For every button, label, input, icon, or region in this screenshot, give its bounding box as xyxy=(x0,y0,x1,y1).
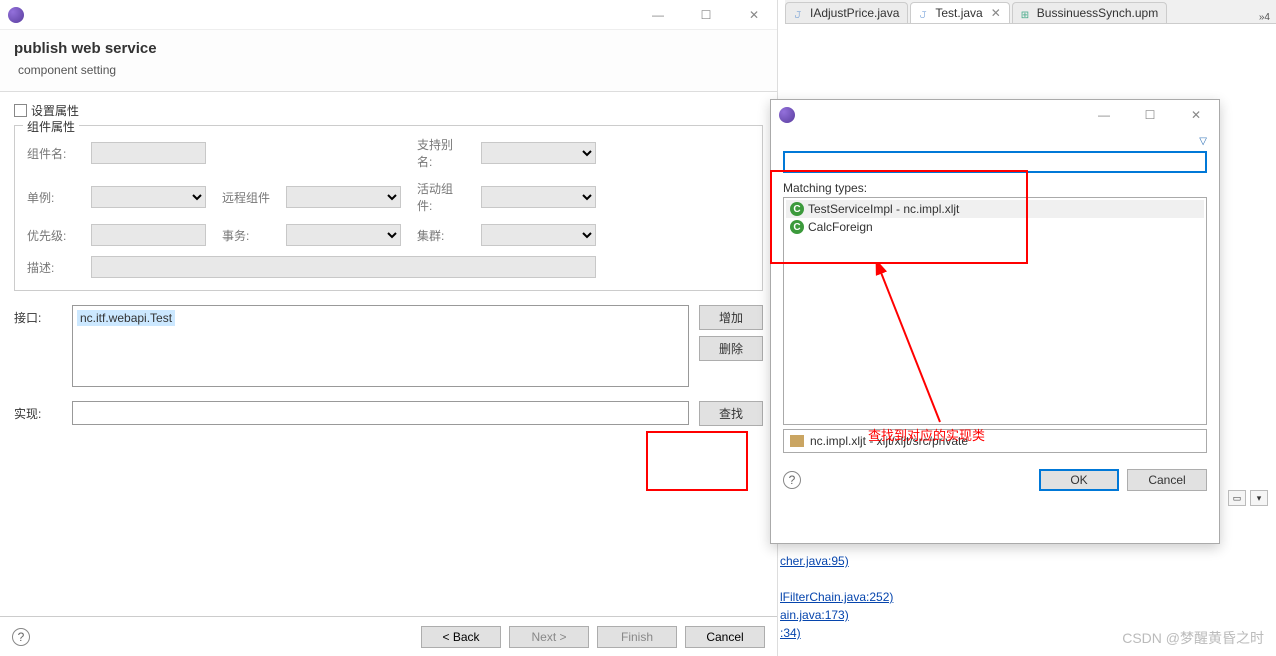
matching-types-label: Matching types: xyxy=(783,181,1207,195)
wizard-subtitle: component setting xyxy=(18,63,763,77)
editor-tabstrip: IAdjustPrice.java Test.java✕ BussinuessS… xyxy=(785,0,1276,24)
eclipse-icon xyxy=(779,107,795,123)
close-icon[interactable]: ✕ xyxy=(991,6,1001,20)
ok-button[interactable]: OK xyxy=(1039,469,1119,491)
toolbar-btn[interactable]: ▭ xyxy=(1228,490,1246,506)
more-tabs-indicator[interactable]: »4 xyxy=(1259,12,1270,23)
eclipse-icon xyxy=(8,7,24,23)
interface-item[interactable]: nc.itf.webapi.Test xyxy=(77,310,175,326)
view-menu-icon[interactable]: ▽ xyxy=(1199,136,1207,147)
component-name-input[interactable] xyxy=(91,142,206,164)
class-icon: C xyxy=(790,202,804,216)
close-button[interactable]: ✕ xyxy=(739,8,769,22)
component-attrs-group: 组件属性 组件名: 支持别名: 单例: 远程组件 活动组件: 优先级: 事务: … xyxy=(14,125,763,291)
wizard-footer: ? < Back Next > Finish Cancel xyxy=(0,616,777,656)
mini-toolbar: ▭ ▾ xyxy=(1228,490,1268,506)
tab-bussinuesssynch[interactable]: BussinuessSynch.upm xyxy=(1012,2,1167,23)
java-file-icon xyxy=(919,7,931,19)
remove-interface-button[interactable]: 删除 xyxy=(699,336,763,361)
maximize-button[interactable]: ☐ xyxy=(1135,108,1165,122)
watermark: CSDN @梦醒黄昏之时 xyxy=(1122,628,1264,648)
description-input[interactable] xyxy=(91,256,596,278)
transaction-select[interactable] xyxy=(286,224,401,246)
help-icon[interactable]: ? xyxy=(783,471,801,489)
group-legend: 组件属性 xyxy=(23,118,79,135)
publish-wizard-dialog: — ☐ ✕ publish web service component sett… xyxy=(0,0,778,656)
maximize-button[interactable]: ☐ xyxy=(691,8,721,22)
close-button[interactable]: ✕ xyxy=(1181,108,1211,122)
active-select[interactable] xyxy=(481,186,596,208)
package-status: nc.impl.xljt - xljt/xljt/src/private xyxy=(783,429,1207,453)
set-attrs-checkbox[interactable] xyxy=(14,104,27,117)
remote-select[interactable] xyxy=(286,186,401,208)
wizard-header: publish web service component setting xyxy=(0,30,777,92)
annotation-text: 查找到对应的实现类 xyxy=(868,425,985,444)
result-item[interactable]: CTestServiceImpl - nc.impl.xljt xyxy=(786,200,1204,218)
finish-button[interactable]: Finish xyxy=(597,626,677,648)
interface-listbox[interactable]: nc.itf.webapi.Test xyxy=(72,305,689,387)
set-attrs-label: 设置属性 xyxy=(31,102,79,119)
find-impl-button[interactable]: 查找 xyxy=(699,401,763,426)
tab-test[interactable]: Test.java✕ xyxy=(910,2,1009,23)
package-icon xyxy=(790,435,804,447)
wizard-title: publish web service xyxy=(14,40,763,57)
type-search-input[interactable] xyxy=(783,151,1207,173)
cancel-button[interactable]: Cancel xyxy=(1127,469,1207,491)
impl-label: 实现: xyxy=(14,401,62,426)
back-button[interactable]: < Back xyxy=(421,626,501,648)
tab-iadjustprice[interactable]: IAdjustPrice.java xyxy=(785,2,908,23)
minimize-button[interactable]: — xyxy=(643,8,673,22)
alias-select[interactable] xyxy=(481,142,596,164)
help-icon[interactable]: ? xyxy=(12,628,30,646)
wizard-titlebar: — ☐ ✕ xyxy=(0,0,777,30)
next-button[interactable]: Next > xyxy=(509,626,589,648)
impl-input[interactable] xyxy=(72,401,689,425)
cluster-select[interactable] xyxy=(481,224,596,246)
class-icon: C xyxy=(790,220,804,234)
cancel-button[interactable]: Cancel xyxy=(685,626,765,648)
results-list[interactable]: CTestServiceImpl - nc.impl.xljt CCalcFor… xyxy=(783,197,1207,425)
singleton-select[interactable] xyxy=(91,186,206,208)
background-code: cher.java:95) lFilterChain.java:252) ain… xyxy=(780,552,893,642)
priority-input[interactable] xyxy=(91,224,206,246)
interface-label: 接口: xyxy=(14,305,62,387)
upm-file-icon xyxy=(1021,7,1033,19)
java-file-icon xyxy=(794,7,806,19)
toolbar-dropdown[interactable]: ▾ xyxy=(1250,490,1268,506)
add-interface-button[interactable]: 增加 xyxy=(699,305,763,330)
result-item[interactable]: CCalcForeign xyxy=(786,218,1204,236)
type-selection-dialog: — ☐ ✕ ▽ Matching types: CTestServiceImpl… xyxy=(770,99,1220,544)
minimize-button[interactable]: — xyxy=(1089,108,1119,122)
